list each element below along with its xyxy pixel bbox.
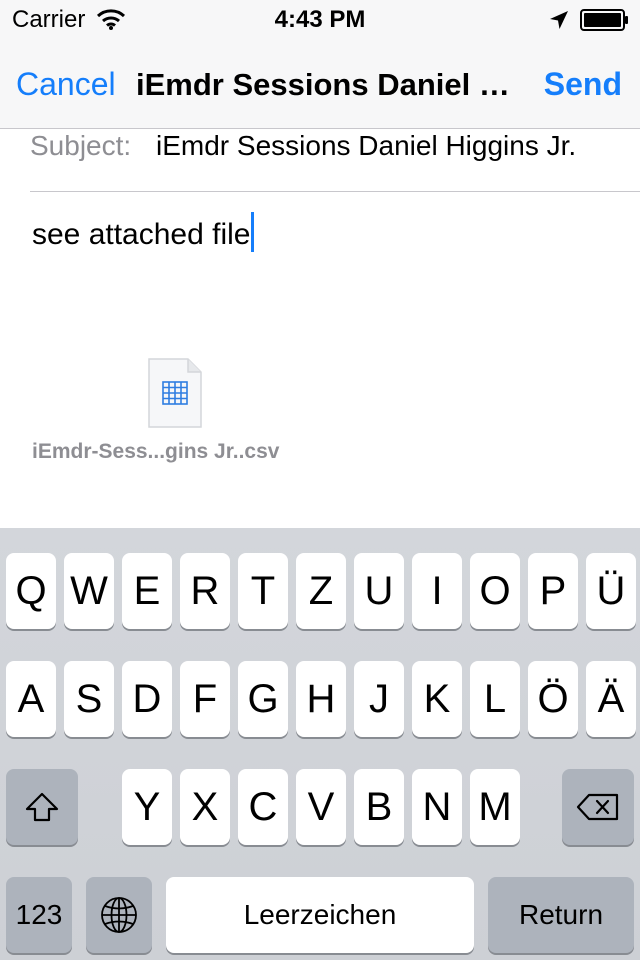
key-a[interactable]: A bbox=[6, 661, 56, 737]
key-b[interactable]: B bbox=[354, 769, 404, 845]
globe-icon bbox=[101, 897, 137, 933]
key-n[interactable]: N bbox=[412, 769, 462, 845]
subject-label: Subject: bbox=[30, 130, 132, 161]
key-i[interactable]: I bbox=[412, 553, 462, 629]
globe-key[interactable] bbox=[86, 877, 152, 953]
key-z[interactable]: Z bbox=[296, 553, 346, 629]
backspace-icon bbox=[576, 793, 619, 821]
status-bar: Carrier 4:43 PM bbox=[0, 0, 640, 40]
backspace-key[interactable] bbox=[562, 769, 634, 845]
key-c[interactable]: C bbox=[238, 769, 288, 845]
cancel-button[interactable]: Cancel bbox=[16, 66, 116, 103]
numbers-key[interactable]: 123 bbox=[6, 877, 72, 953]
key-e[interactable]: E bbox=[122, 553, 172, 629]
key-v[interactable]: V bbox=[296, 769, 346, 845]
battery-icon bbox=[580, 9, 628, 31]
key-u[interactable]: U bbox=[354, 553, 404, 629]
spreadsheet-file-icon[interactable] bbox=[148, 358, 202, 428]
key-q[interactable]: Q bbox=[6, 553, 56, 629]
shift-icon bbox=[25, 792, 59, 822]
key-a-umlaut[interactable]: Ä bbox=[586, 661, 636, 737]
key-w[interactable]: W bbox=[64, 553, 114, 629]
send-button[interactable]: Send bbox=[544, 66, 622, 103]
shift-key[interactable] bbox=[6, 769, 78, 845]
keyboard: Q W E R T Z U I O P Ü A S D F G H J K L … bbox=[0, 528, 640, 960]
key-t[interactable]: T bbox=[238, 553, 288, 629]
key-d[interactable]: D bbox=[122, 661, 172, 737]
key-o-umlaut[interactable]: Ö bbox=[528, 661, 578, 737]
key-x[interactable]: X bbox=[180, 769, 230, 845]
compose-nav-bar: Cancel iEmdr Sessions Daniel Higgins Jr.… bbox=[0, 40, 640, 129]
key-f[interactable]: F bbox=[180, 661, 230, 737]
message-body[interactable]: see attached file bbox=[32, 212, 255, 252]
text-cursor bbox=[251, 212, 255, 252]
return-key[interactable]: Return bbox=[488, 877, 634, 953]
key-r[interactable]: R bbox=[180, 553, 230, 629]
key-k[interactable]: K bbox=[412, 661, 462, 737]
attachment-filename[interactable]: iEmdr-Sess...gins Jr..csv bbox=[32, 440, 279, 464]
space-key[interactable]: Leerzeichen bbox=[166, 877, 474, 953]
key-j[interactable]: J bbox=[354, 661, 404, 737]
message-body-text: see attached file bbox=[32, 218, 251, 251]
key-p[interactable]: P bbox=[528, 553, 578, 629]
key-m[interactable]: M bbox=[470, 769, 520, 845]
key-h[interactable]: H bbox=[296, 661, 346, 737]
status-time: 4:43 PM bbox=[274, 6, 366, 33]
compose-title: iEmdr Sessions Daniel Higgins Jr. bbox=[136, 67, 526, 102]
key-g[interactable]: G bbox=[238, 661, 288, 737]
key-s[interactable]: S bbox=[64, 661, 114, 737]
key-u-umlaut[interactable]: Ü bbox=[586, 553, 636, 629]
key-l[interactable]: L bbox=[470, 661, 520, 737]
key-o[interactable]: O bbox=[470, 553, 520, 629]
subject-row[interactable]: Subject: iEmdr Sessions Daniel Higgins J… bbox=[30, 128, 640, 192]
subject-field[interactable]: iEmdr Sessions Daniel Higgins Jr. bbox=[156, 130, 606, 162]
location-arrow-icon bbox=[550, 11, 568, 29]
key-y[interactable]: Y bbox=[122, 769, 172, 845]
